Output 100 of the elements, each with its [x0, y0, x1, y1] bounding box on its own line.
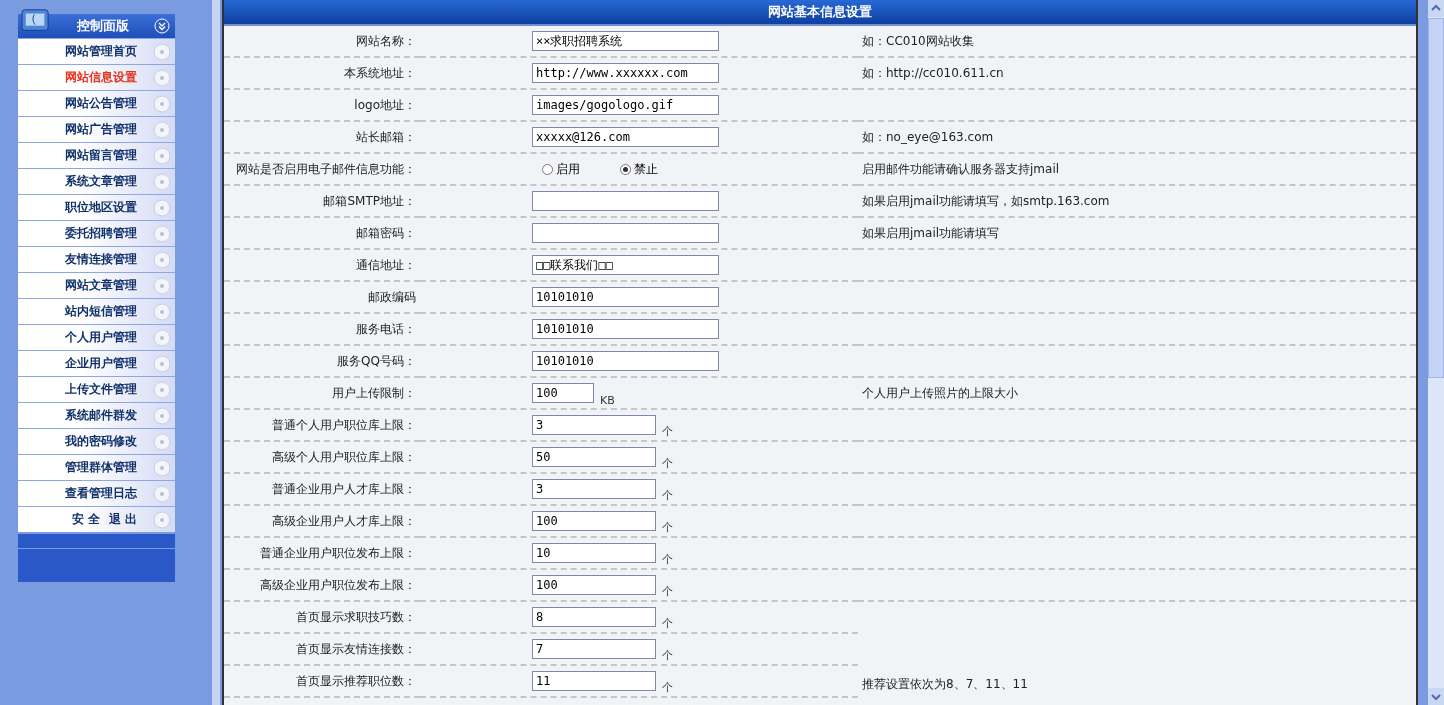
hint-text: 推荐设置依次为8、7、11、11	[862, 677, 1028, 691]
bullet-icon	[153, 484, 171, 503]
sidebar-item[interactable]: 站内短信管理	[18, 298, 175, 324]
radio-icon[interactable]	[542, 163, 553, 175]
field-label: 用户上传限制：	[332, 385, 416, 400]
field-label: 普通企业用户人才库上限：	[272, 481, 416, 496]
field-label: 本系统地址：	[344, 65, 416, 80]
input-field[interactable]: images/gogologo.gif	[532, 95, 719, 115]
sidebar-item[interactable]: 委托招聘管理	[18, 220, 175, 246]
field-label: 高级企业用户人才库上限：	[272, 513, 416, 528]
unit-label: 个	[662, 584, 673, 599]
hint-text: 如果启用jmail功能请填写，如smtp.163.com	[862, 193, 1110, 208]
hint-text: 个人用户上传照片的上限大小	[862, 385, 1018, 400]
input-field[interactable]: 100	[532, 383, 594, 403]
unit-label: 个	[662, 520, 673, 535]
sidebar-item[interactable]: 网站公告管理	[18, 90, 175, 116]
input-field[interactable]: 11	[532, 671, 656, 691]
scroll-up-icon[interactable]	[1428, 0, 1444, 17]
input-field[interactable]	[532, 191, 719, 211]
field-label: 服务QQ号码：	[337, 353, 416, 368]
input-field[interactable]: 3	[532, 479, 656, 499]
unit-label: 个	[662, 648, 673, 663]
unit-label: 个	[662, 552, 673, 567]
bullet-icon	[153, 276, 171, 295]
field-label: 网站名称：	[356, 33, 416, 48]
sidebar-item[interactable]: 安 全 退 出	[18, 506, 175, 532]
field-label: 高级个人用户职位库上限：	[272, 449, 416, 464]
bullet-icon	[153, 94, 171, 113]
unit-label: 个	[662, 456, 673, 471]
bullet-icon	[153, 302, 171, 321]
bullet-icon	[153, 42, 171, 61]
radio-option[interactable]: 启用	[542, 160, 580, 178]
bullet-icon	[153, 198, 171, 217]
input-field[interactable]: ××求职招聘系统	[532, 31, 719, 51]
field-label: 高级企业用户职位发布上限：	[260, 577, 416, 592]
bullet-icon	[153, 354, 171, 373]
field-label: 网站是否启用电子邮件信息功能：	[236, 161, 416, 176]
bullet-icon	[153, 432, 171, 451]
field-label: 邮箱密码：	[356, 225, 416, 240]
input-field[interactable]: 100	[532, 511, 656, 531]
sidebar-item[interactable]: 网站文章管理	[18, 272, 175, 298]
sidebar-item[interactable]: 网站信息设置	[18, 64, 175, 90]
unit-label: 个	[662, 616, 673, 631]
bullet-icon	[153, 328, 171, 347]
input-field[interactable]: 8	[532, 607, 656, 627]
radio-icon[interactable]	[620, 163, 631, 175]
field-label: 邮箱SMTP地址：	[323, 193, 416, 208]
hint-text: 如果启用jmail功能请填写	[862, 225, 1000, 240]
field-label: 通信地址：	[356, 257, 416, 272]
field-label: 服务电话：	[356, 321, 416, 336]
sidebar-item[interactable]: 网站管理首页	[18, 38, 175, 64]
sidebar-item[interactable]: 管理群体管理	[18, 454, 175, 480]
input-field[interactable]: □□联系我们□□	[532, 255, 719, 275]
input-field[interactable]: http://www.xxxxxx.com	[532, 63, 719, 83]
input-field[interactable]: 10	[532, 543, 656, 563]
hint-text: 如：CC010网站收集	[862, 33, 974, 48]
sidebar-item[interactable]: 查看管理日志	[18, 480, 175, 506]
input-field[interactable]: 3	[532, 415, 656, 435]
field-label: logo地址：	[354, 97, 416, 112]
bullet-icon	[153, 406, 171, 425]
input-field[interactable]	[532, 223, 719, 243]
bullet-icon	[153, 68, 171, 87]
unit-label: 个	[662, 488, 673, 503]
sidebar-item[interactable]: 我的密码修改	[18, 428, 175, 454]
field-label: 首页显示友情连接数：	[296, 641, 416, 656]
input-field[interactable]: 50	[532, 447, 656, 467]
field-label: 邮政编码	[368, 289, 416, 304]
input-field[interactable]: xxxxx@126.com	[532, 127, 719, 147]
bullet-icon	[153, 224, 171, 243]
bullet-icon	[153, 120, 171, 139]
input-field[interactable]: 7	[532, 639, 656, 659]
field-label: 站长邮箱：	[356, 129, 416, 144]
panel-title: 控制面版	[76, 17, 130, 35]
input-field[interactable]: 10101010	[532, 351, 719, 371]
sidebar-item[interactable]: 上传文件管理	[18, 376, 175, 402]
field-label: 首页显示推荐职位数：	[296, 673, 416, 688]
scroll-down-icon[interactable]	[1428, 688, 1444, 705]
sidebar-item[interactable]: 职位地区设置	[18, 194, 175, 220]
input-field[interactable]: 100	[532, 575, 656, 595]
input-field[interactable]: 10101010	[532, 287, 719, 307]
sidebar-item[interactable]: 企业用户管理	[18, 350, 175, 376]
bullet-icon	[153, 172, 171, 191]
bullet-icon	[153, 510, 171, 529]
hint-text: 如：http://cc010.611.cn	[862, 65, 1004, 80]
bullet-icon	[153, 458, 171, 477]
sidebar-item[interactable]: 系统文章管理	[18, 168, 175, 194]
bullet-icon	[153, 146, 171, 165]
unit-label: 个	[662, 424, 673, 439]
unit-label: 个	[662, 680, 673, 695]
sidebar-item[interactable]: 友情连接管理	[18, 246, 175, 272]
sidebar-item[interactable]: 网站留言管理	[18, 142, 175, 168]
sidebar-item[interactable]: 个人用户管理	[18, 324, 175, 350]
scrollbar-thumb[interactable]	[1428, 18, 1444, 378]
sidebar-item[interactable]: 系统邮件群发	[18, 402, 175, 428]
hint-text: 如：no_eye@163.com	[862, 129, 994, 144]
input-field[interactable]: 10101010	[532, 319, 719, 339]
radio-option[interactable]: 禁止	[620, 160, 658, 178]
panel-title: 网站基本信息设置	[768, 3, 872, 21]
sidebar-item[interactable]: 网站广告管理	[18, 116, 175, 142]
collapse-icon[interactable]	[154, 18, 170, 34]
